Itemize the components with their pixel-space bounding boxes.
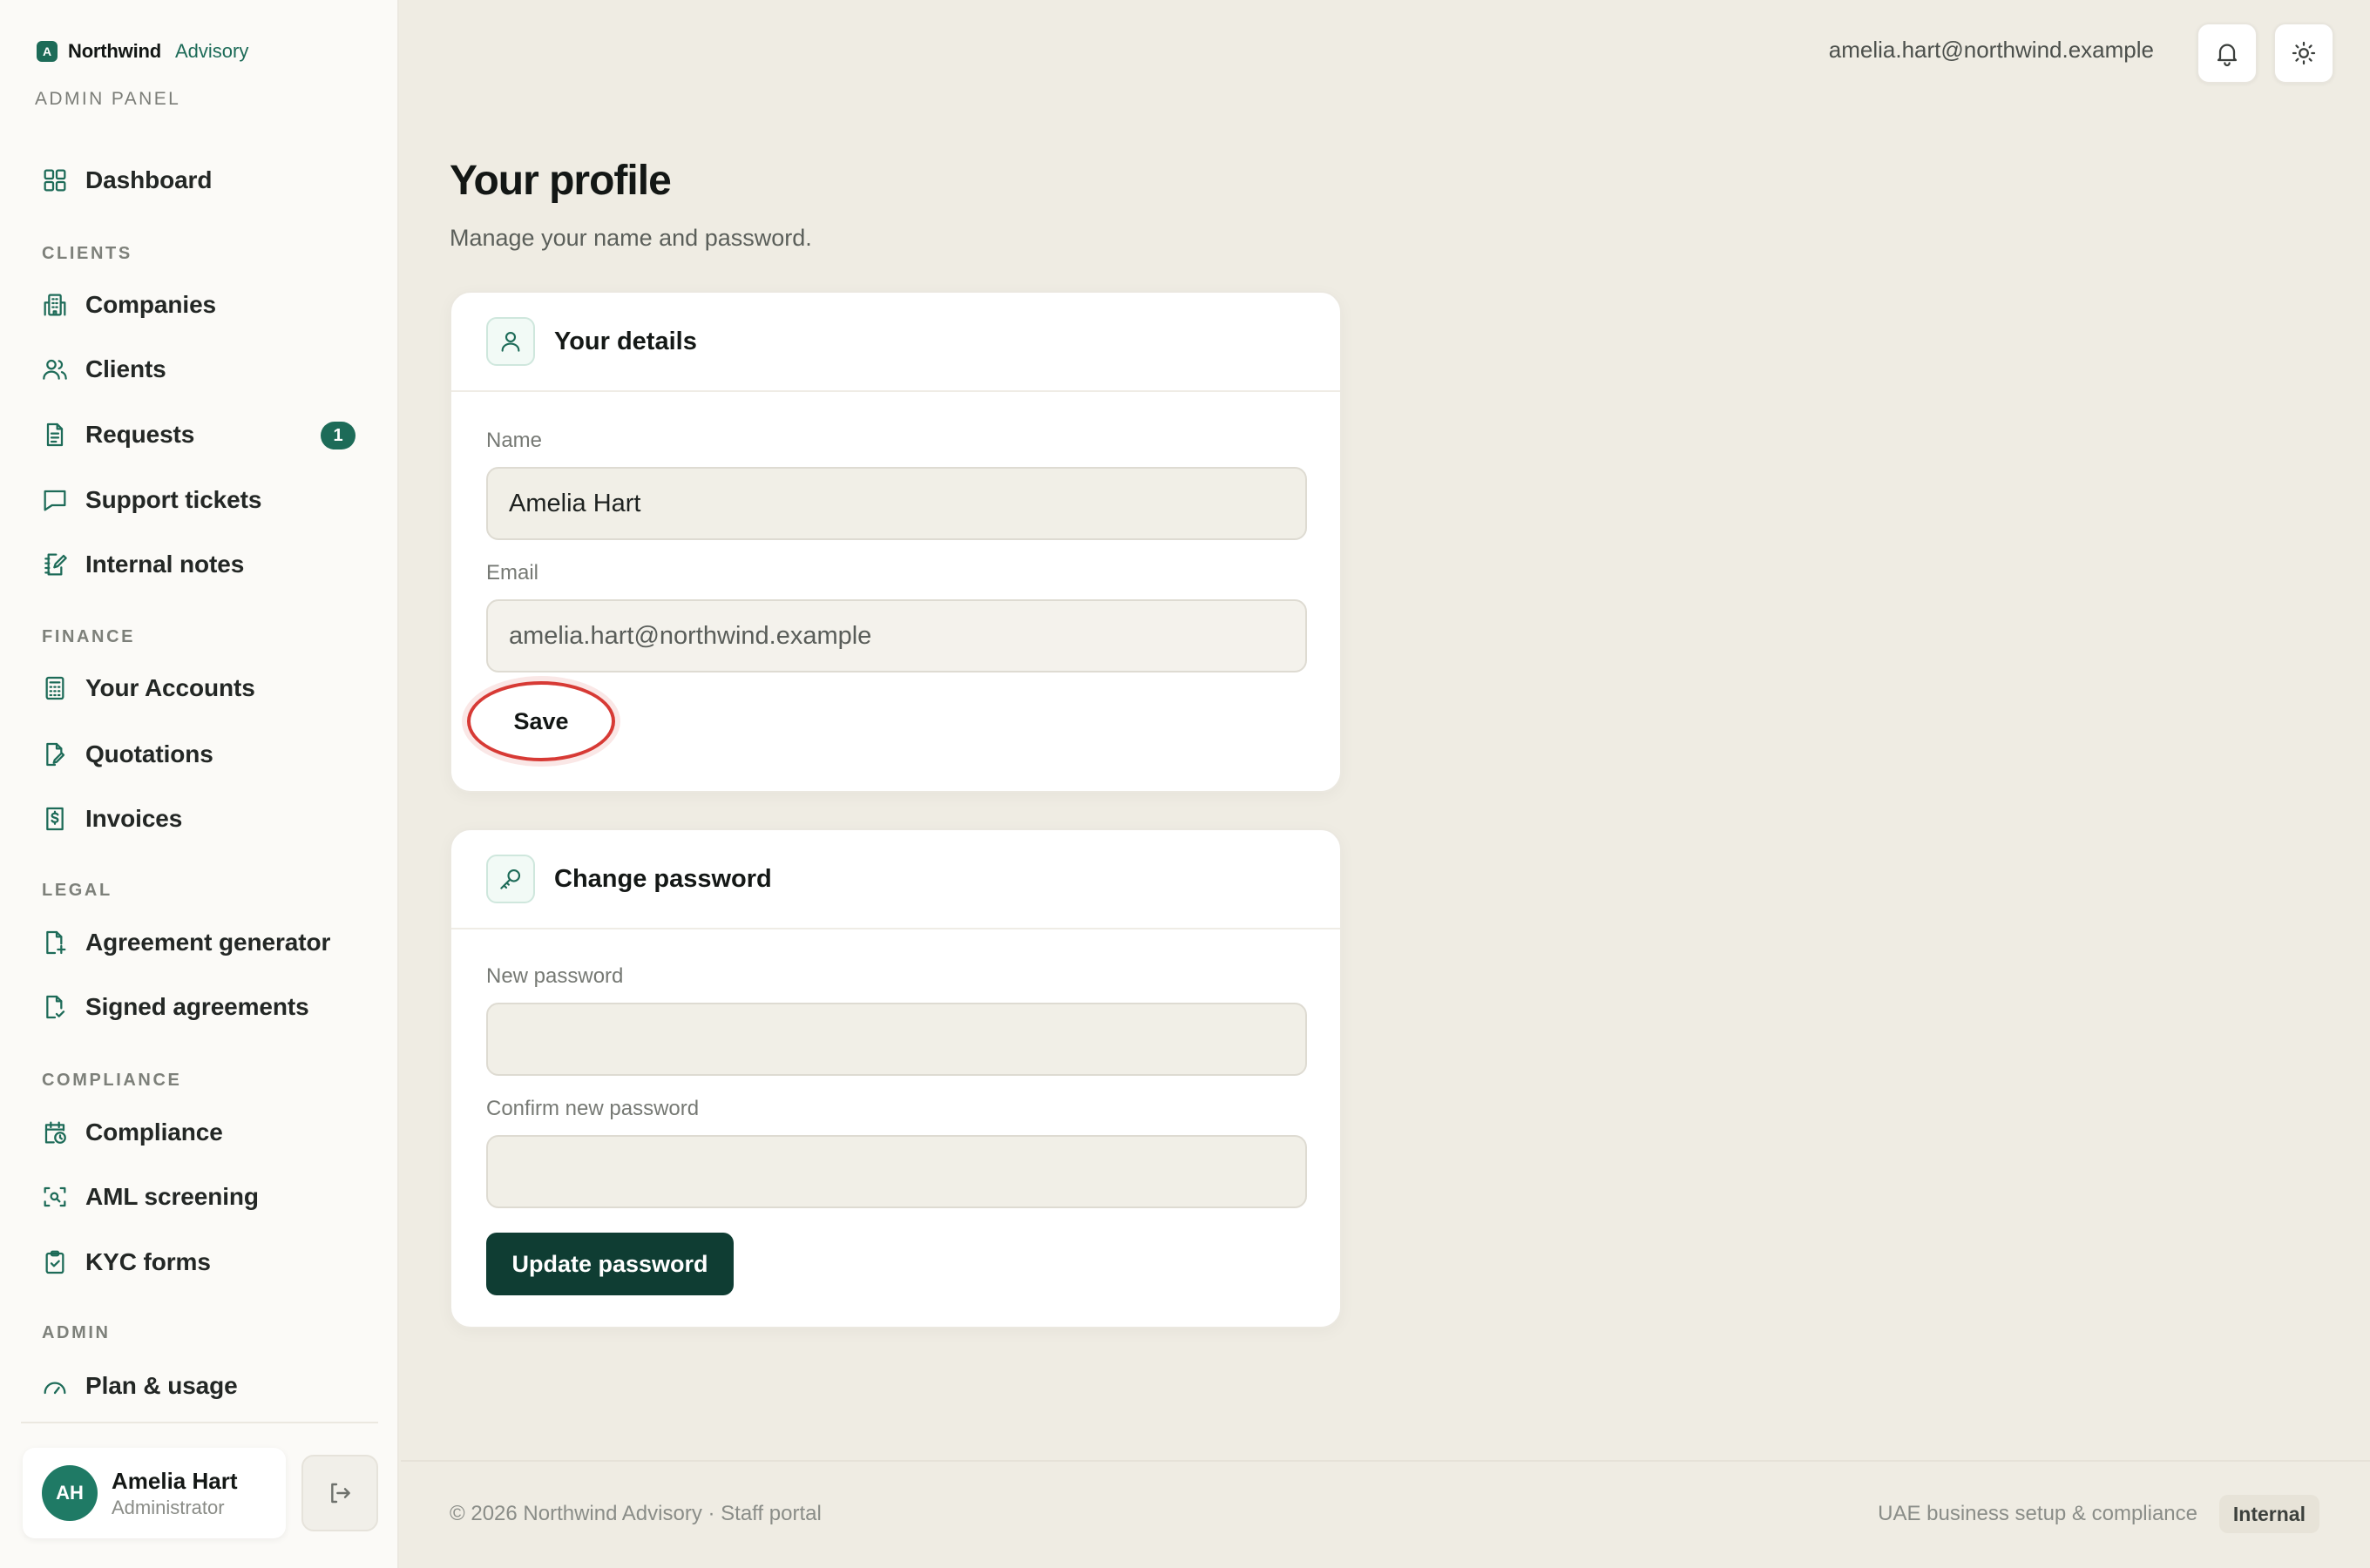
- sidebar-item-label: KYC forms: [85, 1248, 211, 1275]
- clipboard-check-icon: [40, 1247, 70, 1277]
- name-label: Name: [486, 429, 543, 452]
- requests-count-badge: 1: [321, 422, 356, 449]
- sidebar: A Northwind Advisory ADMIN PANEL Dashboa…: [0, 0, 399, 1568]
- your-details-card: Your details Name Email Save: [450, 291, 1342, 793]
- chat-bubble-icon: [40, 485, 70, 515]
- card-header: Your details: [451, 293, 1340, 392]
- sidebar-item-label: Support tickets: [85, 486, 262, 513]
- sidebar-item-signed-agreements[interactable]: Signed agreements: [21, 981, 378, 1033]
- bell-icon: [2217, 44, 2238, 67]
- sidebar-item-requests[interactable]: Requests 1: [21, 409, 378, 461]
- brand-logo[interactable]: A Northwind Advisory: [37, 40, 248, 63]
- panel-label: ADMIN PANEL: [35, 89, 181, 109]
- app-root: A Northwind Advisory ADMIN PANEL Dashboa…: [0, 0, 2370, 1568]
- change-password-card: Change password New password Confirm new…: [450, 828, 1342, 1328]
- logout-button[interactable]: [301, 1455, 378, 1531]
- section-label-clients: CLIENTS: [42, 244, 132, 263]
- sidebar-item-support-tickets[interactable]: Support tickets: [21, 474, 378, 526]
- sidebar-item-label: Compliance: [85, 1119, 223, 1146]
- calculator-icon: [40, 673, 70, 703]
- sidebar-item-label: Clients: [85, 355, 166, 382]
- users-icon: [40, 355, 70, 384]
- key-icon: [486, 855, 535, 903]
- sidebar-item-dashboard[interactable]: Dashboard: [21, 154, 378, 206]
- file-check-icon: [40, 992, 70, 1022]
- sidebar-item-label: AML screening: [85, 1183, 259, 1210]
- user-info: Amelia Hart Administrator: [112, 1468, 238, 1519]
- avatar: AH: [42, 1465, 98, 1521]
- user-card[interactable]: AH Amelia Hart Administrator: [23, 1448, 286, 1538]
- confirm-password-label: Confirm new password: [486, 1097, 700, 1120]
- sidebar-item-label: Dashboard: [85, 166, 213, 193]
- brand-mark-icon: A: [37, 41, 58, 62]
- gauge-icon: [40, 1371, 70, 1401]
- file-pen-icon: [40, 740, 70, 769]
- card-header: Change password: [451, 830, 1340, 929]
- notifications-button[interactable]: [2197, 23, 2258, 84]
- brand-name: Northwind: [68, 40, 161, 62]
- update-password-button[interactable]: Update password: [486, 1233, 734, 1295]
- sidebar-item-your-accounts[interactable]: Your Accounts: [21, 662, 378, 714]
- card-title: Change password: [554, 864, 772, 893]
- sidebar-item-clients[interactable]: Clients: [21, 343, 378, 395]
- sidebar-item-label: Requests: [85, 421, 195, 448]
- sidebar-divider: [21, 1422, 378, 1423]
- sun-icon: [2292, 41, 2316, 65]
- sidebar-item-label: Internal notes: [85, 551, 245, 578]
- card-title: Your details: [554, 327, 697, 355]
- file-plus-icon: [40, 928, 70, 957]
- sidebar-item-label: Quotations: [85, 740, 213, 767]
- building-icon: [40, 290, 70, 320]
- logout-icon: [331, 1483, 350, 1504]
- receipt-dollar-icon: [40, 804, 70, 834]
- save-button[interactable]: Save: [467, 681, 615, 761]
- sidebar-item-label: Plan & usage: [85, 1372, 238, 1399]
- page-subtitle: Manage your name and password.: [450, 225, 812, 251]
- notebook-pen-icon: [40, 550, 70, 579]
- page-title: Your profile: [450, 158, 672, 204]
- sidebar-item-label: Companies: [85, 291, 217, 318]
- user-role: Administrator: [112, 1496, 225, 1518]
- sidebar-item-kyc-forms[interactable]: KYC forms: [21, 1236, 378, 1288]
- sidebar-item-label: Invoices: [85, 805, 183, 832]
- sidebar-item-label: Your Accounts: [85, 674, 255, 701]
- new-password-label: New password: [486, 964, 624, 988]
- confirm-password-input[interactable]: [486, 1135, 1307, 1208]
- name-input[interactable]: [486, 467, 1307, 540]
- new-password-input[interactable]: [486, 1003, 1307, 1076]
- calendar-clock-icon: [40, 1118, 70, 1147]
- environment-badge: Internal: [2218, 1495, 2319, 1533]
- user-icon: [486, 317, 535, 366]
- section-label-finance: FINANCE: [42, 627, 136, 646]
- theme-toggle-button[interactable]: [2273, 23, 2334, 84]
- document-icon: [40, 420, 70, 449]
- footer-copyright: © 2026 Northwind Advisory · Staff portal: [450, 1502, 822, 1525]
- footer-divider: [401, 1460, 2370, 1462]
- sidebar-item-agreement-generator[interactable]: Agreement generator: [21, 916, 378, 969]
- section-label-legal: LEGAL: [42, 881, 112, 900]
- sidebar-item-quotations[interactable]: Quotations: [21, 728, 378, 781]
- sidebar-item-internal-notes[interactable]: Internal notes: [21, 538, 378, 591]
- section-label-admin: ADMIN: [42, 1323, 111, 1342]
- footer-tagline: UAE business setup & compliance: [1878, 1502, 2197, 1525]
- sidebar-item-label: Agreement generator: [85, 929, 331, 956]
- email-input[interactable]: [486, 599, 1307, 672]
- sidebar-item-invoices[interactable]: Invoices: [21, 793, 378, 845]
- sidebar-item-plan-usage[interactable]: Plan & usage: [21, 1360, 378, 1412]
- sidebar-item-label: Signed agreements: [85, 993, 309, 1020]
- sidebar-item-companies[interactable]: Companies: [21, 279, 378, 331]
- brand-sub: Advisory: [174, 40, 249, 62]
- user-name: Amelia Hart: [112, 1467, 238, 1494]
- email-label: Email: [486, 561, 539, 585]
- sidebar-item-compliance[interactable]: Compliance: [21, 1106, 378, 1159]
- grid-icon: [40, 166, 70, 195]
- topbar-user-email: amelia.hart@northwind.example: [1828, 37, 2154, 63]
- sidebar-item-aml-screening[interactable]: AML screening: [21, 1171, 378, 1223]
- scan-search-icon: [40, 1182, 70, 1212]
- section-label-compliance: COMPLIANCE: [42, 1071, 182, 1090]
